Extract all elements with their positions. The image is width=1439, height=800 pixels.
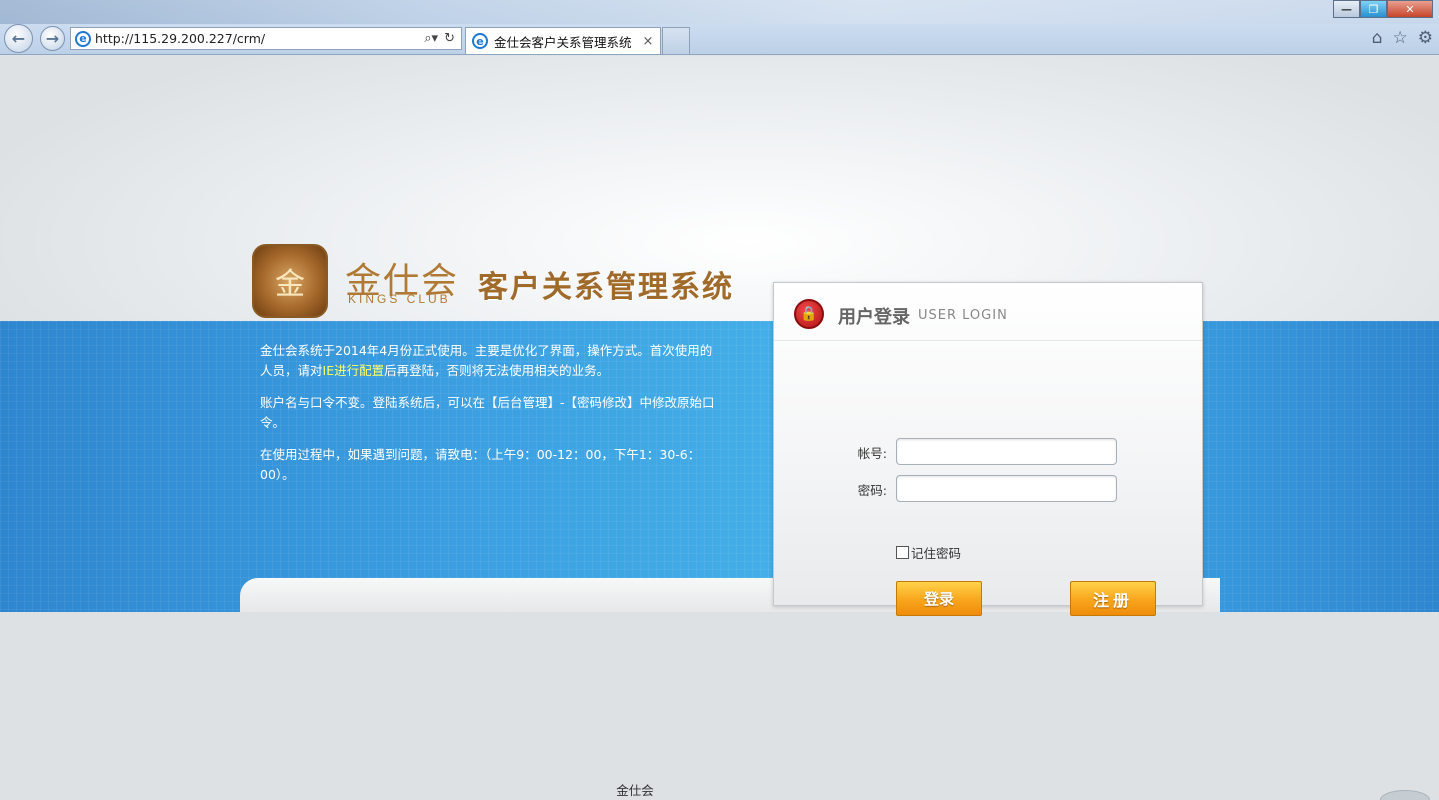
kings-club-logo: 金 bbox=[252, 244, 328, 318]
title-strip bbox=[0, 0, 1439, 24]
register-button[interactable]: 注册 bbox=[1070, 581, 1156, 616]
settings-gear-icon[interactable]: ⚙ bbox=[1418, 28, 1433, 48]
info-para-3: 在使用过程中，如果遇到问题，请致电：（上午9：00-12：00，下午1：30-6… bbox=[260, 447, 701, 482]
home-icon[interactable]: ⌂ bbox=[1372, 28, 1383, 48]
password-field[interactable] bbox=[896, 475, 1117, 502]
info-text: 金仕会系统于2014年4月份正式使用。主要是优化了界面，操作方式。首次使用的人员… bbox=[260, 341, 720, 497]
favorites-star-icon[interactable]: ☆ bbox=[1393, 28, 1408, 48]
minimize-button[interactable]: — bbox=[1333, 0, 1360, 18]
search-dropdown-icon[interactable]: ⌕▾ bbox=[424, 31, 438, 46]
forward-button[interactable]: → bbox=[40, 26, 65, 51]
system-title: 客户关系管理系统 bbox=[478, 270, 734, 305]
address-url[interactable]: http://115.29.200.227/crm/ bbox=[95, 31, 424, 46]
login-panel: 🔒 用户登录 USER LOGIN 帐号: 密码: 记住密码 登录 注册 bbox=[773, 282, 1203, 616]
remember-checkbox[interactable] bbox=[896, 546, 909, 559]
ie-icon: e bbox=[75, 30, 91, 47]
footer-text: 金仕会 bbox=[616, 783, 654, 798]
lock-icon: 🔒 bbox=[794, 299, 824, 329]
maximize-button[interactable]: ❐ bbox=[1360, 0, 1387, 18]
username-label: 帐号: bbox=[857, 446, 887, 461]
tab-title: 金仕会客户关系管理系统 bbox=[494, 34, 632, 50]
username-field[interactable] bbox=[896, 438, 1117, 465]
tab-close-icon[interactable]: × bbox=[640, 34, 656, 49]
ie-config-link[interactable]: IE进行配置 bbox=[323, 363, 385, 378]
remember-label: 记住密码 bbox=[911, 546, 962, 561]
back-arrow-icon: ← bbox=[11, 29, 26, 48]
tab-active[interactable]: e 金仕会客户关系管理系统 × bbox=[465, 27, 661, 54]
info-para-1: 金仕会系统于2014年4月份正式使用。主要是优化了界面，操作方式。首次使用的人员… bbox=[260, 343, 713, 378]
forward-arrow-icon: → bbox=[45, 29, 60, 48]
refresh-icon[interactable]: ↻ bbox=[444, 31, 455, 46]
login-title: 用户登录 bbox=[838, 307, 910, 328]
tab-ie-icon: e bbox=[472, 33, 488, 49]
new-tab-button[interactable] bbox=[662, 27, 690, 54]
page-body: 金 金仕会 KINGS CLUB 客户关系管理系统 金仕会系统于2014年4月份… bbox=[0, 56, 1439, 800]
remember-password[interactable]: 记住密码 bbox=[896, 543, 961, 562]
info-para-2: 账户名与口令不变。登陆系统后，可以在【后台管理】-【密码修改】中修改原始口令。 bbox=[260, 395, 715, 430]
close-window-button[interactable]: ✕ bbox=[1387, 0, 1433, 18]
browser-chrome: ← → e http://115.29.200.227/crm/ ⌕▾ ↻ e … bbox=[0, 0, 1439, 55]
login-button[interactable]: 登录 bbox=[896, 581, 982, 616]
back-button[interactable]: ← bbox=[4, 24, 33, 53]
address-bar[interactable]: e http://115.29.200.227/crm/ ⌕▾ ↻ bbox=[70, 27, 462, 50]
brand-name-en: KINGS CLUB bbox=[348, 292, 451, 306]
password-label: 密码: bbox=[857, 483, 887, 498]
login-subtitle: USER LOGIN bbox=[918, 308, 1008, 323]
login-header: 🔒 用户登录 USER LOGIN bbox=[774, 283, 1202, 341]
